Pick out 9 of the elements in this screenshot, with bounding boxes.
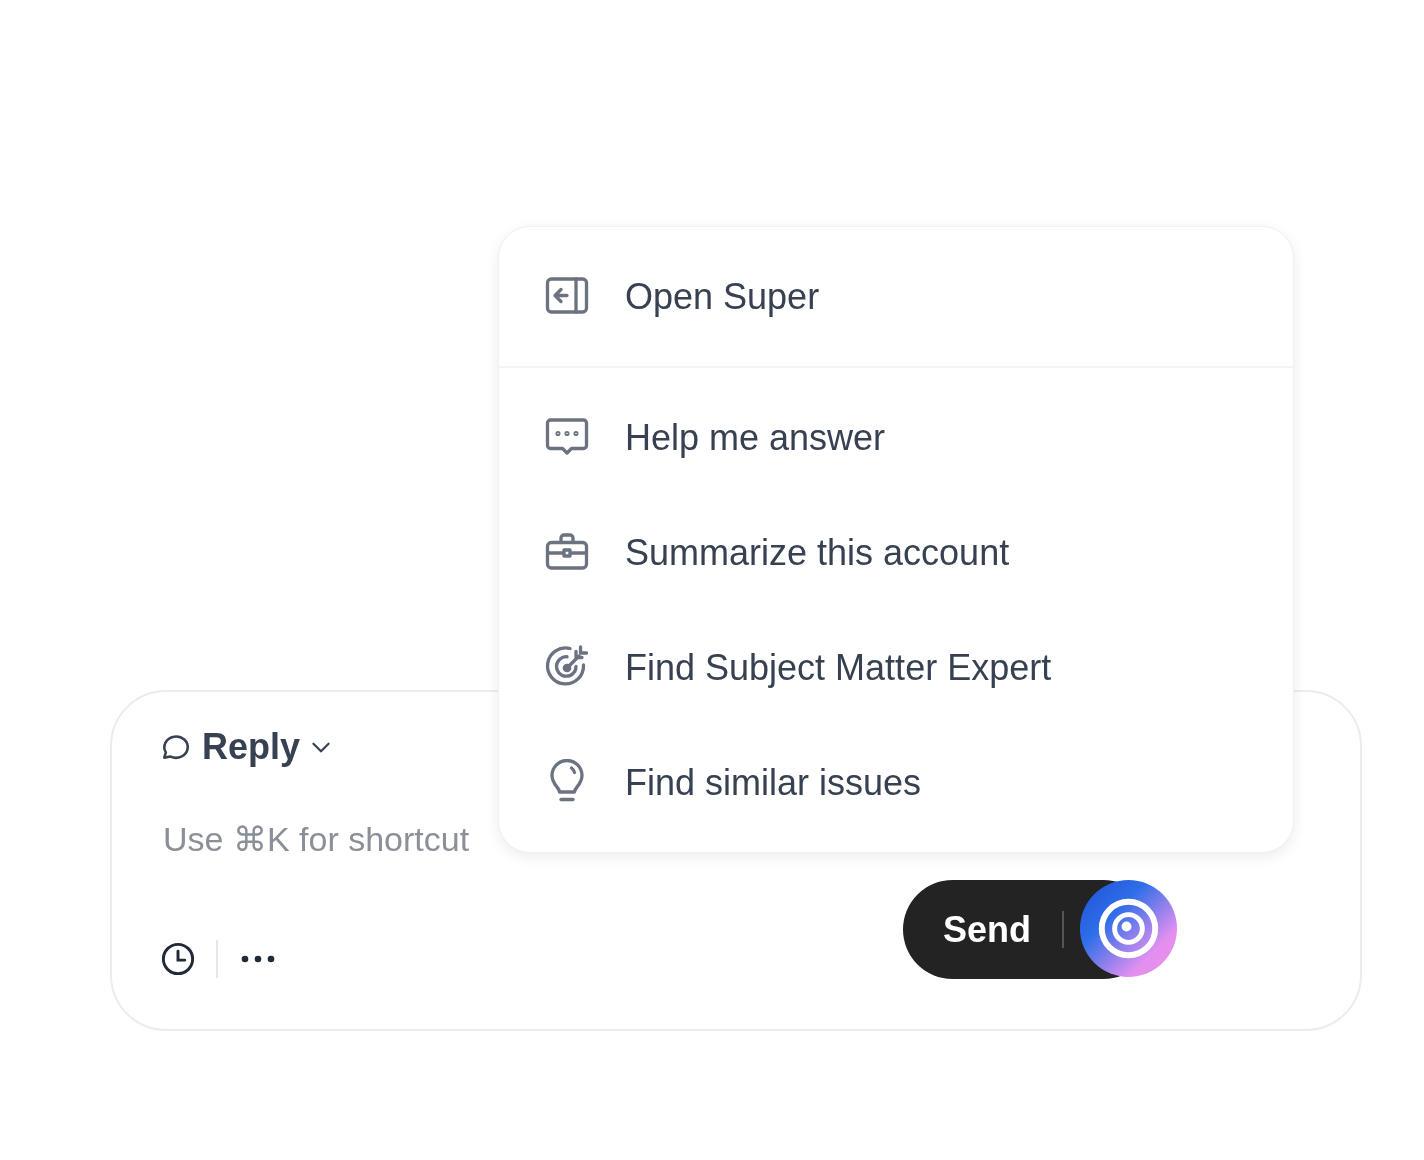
send-button[interactable]: Send [903, 880, 1079, 979]
menu-item[interactable]: Help me answer [499, 380, 1293, 495]
reply-mode-dropdown[interactable]: Reply [160, 720, 335, 774]
menu-item[interactable]: Find similar issues [499, 725, 1293, 840]
menu-item[interactable]: Open Super [499, 239, 1293, 354]
menu-item[interactable]: Summarize this account [499, 495, 1293, 610]
menu-item[interactable]: Find Subject Matter Expert [499, 610, 1293, 725]
assistant-button[interactable] [1079, 879, 1178, 978]
clock-icon[interactable] [160, 941, 196, 977]
